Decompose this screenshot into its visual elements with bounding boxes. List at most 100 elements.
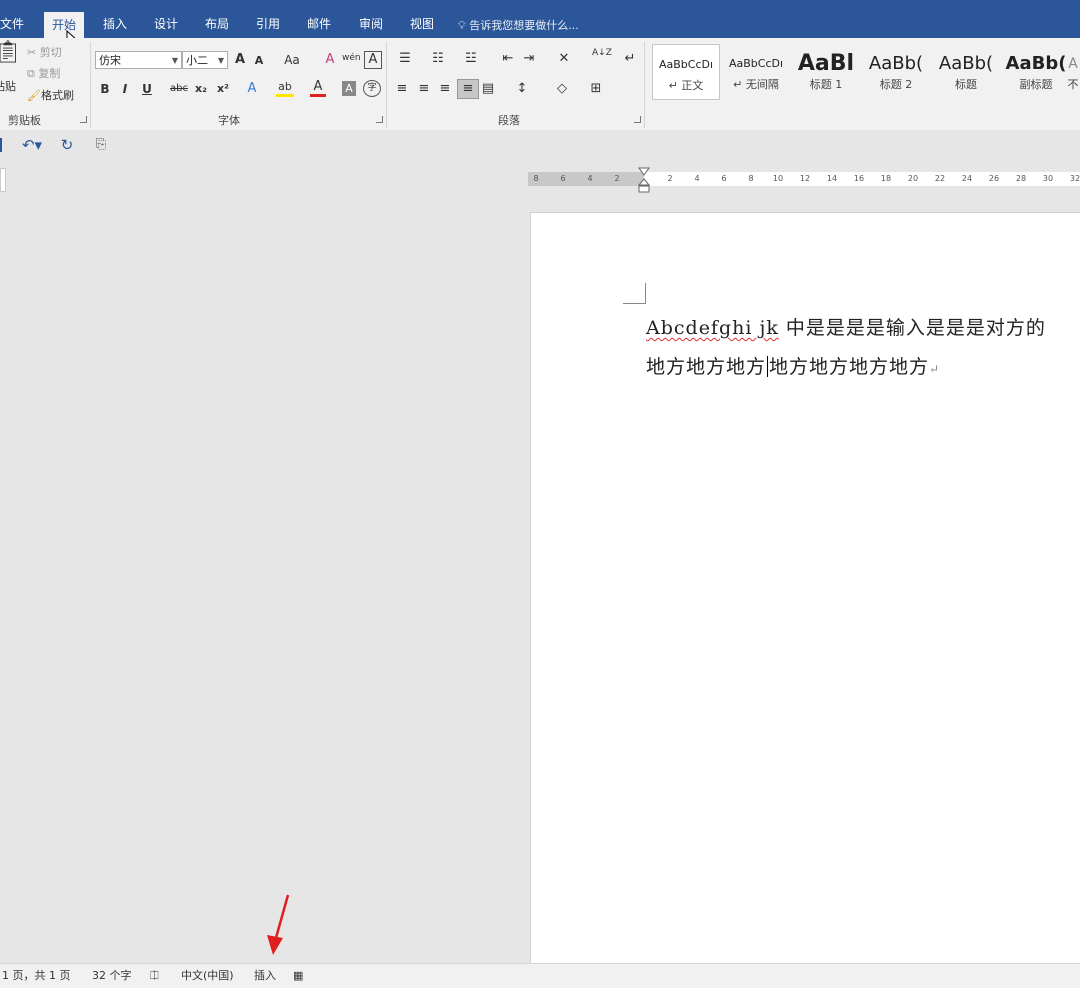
cut-label: 剪切 — [39, 46, 62, 59]
style-heading2[interactable]: AaBb( 标题 2 — [862, 44, 930, 100]
copy-icon: ⧉ — [27, 67, 39, 80]
style-normal[interactable]: AaBbCcDı ↵ 正文 — [652, 44, 720, 100]
tab-design[interactable]: 设计 — [146, 10, 186, 38]
shrink-font-icon[interactable]: A — [252, 52, 266, 70]
char-shading-icon[interactable]: A — [342, 81, 356, 96]
clipboard-group-label: 剪贴板 — [8, 114, 41, 127]
grow-font-icon[interactable]: A — [232, 51, 248, 69]
multilevel-list-icon[interactable]: ☳ — [460, 50, 482, 68]
lightbulb-icon: 💡︎ — [458, 19, 466, 32]
sort-icon[interactable]: A↓Z — [592, 48, 612, 58]
paste-button[interactable]: 粘贴 — [0, 78, 16, 96]
change-case-icon[interactable]: Aa — [280, 51, 304, 69]
text-caret — [767, 356, 769, 377]
font-color-icon[interactable]: A — [310, 80, 326, 97]
style-name: 标题 1 — [809, 78, 843, 91]
ruler-tick: 4 — [587, 174, 593, 183]
phonetic-guide-icon[interactable]: wén — [342, 49, 361, 67]
italic-icon[interactable]: I — [118, 80, 132, 98]
align-right-icon[interactable]: ≡ — [437, 80, 453, 98]
line-spacing-icon[interactable]: ↕ — [510, 80, 534, 98]
bullets-icon[interactable]: ☰ — [394, 50, 416, 68]
separator — [386, 42, 387, 128]
tab-view[interactable]: 视图 — [402, 10, 442, 38]
clear-format-icon[interactable]: A — [322, 51, 338, 69]
font-size-value: 小二 — [186, 54, 208, 67]
tab-review[interactable]: 审阅 — [351, 10, 391, 38]
text-effects-icon[interactable]: A — [244, 80, 260, 98]
ribbon-tab-bar: 文件 开始 插入 设计 布局 引用 邮件 审阅 视图 💡︎ 告诉我您想要做什么.… — [0, 0, 1080, 50]
distributed-icon[interactable]: ▤ — [480, 80, 496, 98]
underline-icon[interactable]: U — [140, 80, 154, 98]
tab-references[interactable]: 引用 — [248, 10, 288, 38]
superscript-icon[interactable]: x² — [215, 80, 231, 98]
save-icon[interactable] — [0, 138, 2, 152]
numbering-icon[interactable]: ☷ — [427, 50, 449, 68]
tab-layout[interactable]: 布局 — [197, 10, 237, 38]
paste-icon[interactable]: 📋︎ — [0, 42, 22, 74]
nav-pane-edge — [0, 168, 6, 192]
insert-mode-indicator[interactable]: 插入 — [254, 967, 276, 985]
style-preview: AaBb( — [1005, 53, 1067, 74]
style-title[interactable]: AaBb( 标题 — [932, 44, 1000, 100]
language-indicator[interactable]: 中文(中国) — [181, 967, 234, 985]
bold-icon[interactable]: B — [98, 80, 112, 98]
copy-button[interactable]: ⧉ 复制 — [27, 65, 60, 83]
subscript-icon[interactable]: x₂ — [193, 80, 209, 98]
justify-icon[interactable]: ≡ — [457, 79, 479, 99]
enclose-char-icon[interactable]: 字 — [363, 80, 381, 97]
misspelled-word[interactable]: Abcdefghi jk — [646, 317, 779, 339]
document-page[interactable]: Abcdefghi jk 中是是是是输入是是是对方的 地方地方地方 地方地方地方地… — [530, 212, 1080, 973]
red-arrow-icon — [267, 894, 290, 955]
customize-icon[interactable]: ⎘ — [92, 136, 110, 154]
chinese-layout-icon[interactable]: ✕ — [552, 50, 576, 68]
horizontal-ruler[interactable]: 8642 2 4 6 8 10 12 14 16 18 20 22 24 26 28 30 32 — [528, 167, 1080, 193]
clipboard-launcher-icon[interactable] — [80, 116, 87, 123]
ruler-tick: 28 — [1015, 174, 1027, 183]
tab-mailings[interactable]: 邮件 — [299, 10, 339, 38]
decrease-indent-icon[interactable]: ⇤ — [499, 50, 517, 68]
cut-button[interactable]: ✂ 剪切 — [27, 44, 62, 62]
tab-file[interactable]: 文件 — [0, 10, 32, 38]
ruler-tick: 18 — [880, 174, 892, 183]
style-subtitle[interactable]: AaBb( 副标题 — [1002, 44, 1070, 100]
paragraph-group-label: 段落 — [498, 114, 520, 127]
font-launcher-icon[interactable] — [376, 116, 383, 123]
proofing-icon[interactable]: ⎅ — [150, 967, 159, 985]
increase-indent-icon[interactable]: ⇥ — [520, 50, 538, 68]
align-left-icon[interactable]: ≡ — [394, 80, 410, 98]
word-count[interactable]: 32 个字 — [92, 967, 132, 985]
line2-text-before: 地方地方地方 — [646, 356, 767, 378]
undo-icon[interactable]: ↶▾ — [18, 136, 46, 154]
ribbon-home: 📋︎ 粘贴 ✂ 剪切 ⧉ 复制 🖌︎格式刷 剪贴板 仿宋 ▼ 小二 ▼ A A Aa… — [0, 38, 1080, 131]
paragraph-launcher-icon[interactable] — [634, 116, 641, 123]
page-count[interactable]: 1 页，共 1 页 — [2, 967, 71, 985]
font-size-dropdown[interactable]: 小二 ▼ — [182, 51, 228, 69]
tell-me-search[interactable]: 💡︎ 告诉我您想要做什么... — [458, 17, 579, 33]
document-line-1[interactable]: Abcdefghi jk 中是是是是输入是是是对方的 — [646, 313, 1046, 340]
ruler-tick: 8 — [748, 174, 754, 183]
ruler-tick: 22 — [934, 174, 946, 183]
ruler-tick: 32 — [1069, 174, 1080, 183]
show-marks-icon[interactable]: ↵ — [622, 50, 638, 68]
indent-marker-icon[interactable] — [637, 167, 651, 195]
align-center-icon[interactable]: ≡ — [416, 80, 432, 98]
ruler-tick: 20 — [907, 174, 919, 183]
document-line-2[interactable]: 地方地方地方 地方地方地方地方↵ — [646, 352, 940, 379]
highlight-icon[interactable]: ab — [276, 80, 294, 97]
borders-icon[interactable]: ⊞ — [584, 80, 608, 98]
shading-icon[interactable]: ◇ — [550, 80, 574, 98]
style-heading1[interactable]: AaBl 标题 1 — [792, 44, 860, 100]
tab-insert[interactable]: 插入 — [95, 10, 135, 38]
style-no-spacing[interactable]: AaBbCcDı ↵ 无间隔 — [722, 44, 790, 100]
font-name-dropdown[interactable]: 仿宋 ▼ — [95, 51, 182, 69]
strikethrough-icon[interactable]: abc — [168, 80, 190, 98]
ruler-tick: 10 — [772, 174, 784, 183]
ruler-tick: 16 — [853, 174, 865, 183]
macro-record-icon[interactable]: ▦ — [293, 967, 303, 985]
char-border-icon[interactable]: A — [364, 51, 382, 69]
format-painter-button[interactable]: 🖌︎格式刷 — [27, 87, 74, 105]
redo-icon[interactable]: ↻ — [58, 136, 76, 154]
tell-me-text: 告诉我您想要做什么... — [469, 19, 579, 32]
style-more[interactable]: A 不 — [1066, 44, 1080, 100]
